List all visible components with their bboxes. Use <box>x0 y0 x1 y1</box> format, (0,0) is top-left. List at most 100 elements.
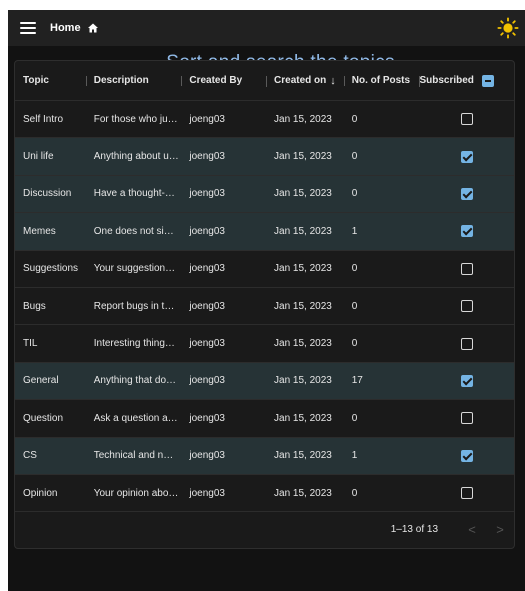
table-row[interactable]: Self Intro For those who ju… joeng03 Jan 15… <box>15 101 514 139</box>
cell-description: Report bugs in t… <box>93 300 175 312</box>
cell-subscribed <box>419 374 514 387</box>
cell-created-by: joeng03 <box>189 225 225 237</box>
column-header-description[interactable]: Description <box>85 75 182 86</box>
subscribe-checkbox[interactable] <box>460 150 473 163</box>
topics-table: Topic Description Created By Created on ↓… <box>14 60 515 549</box>
cell-subscribed <box>419 337 514 350</box>
cell-subscribed <box>419 150 514 163</box>
subscribe-checkbox[interactable] <box>460 113 473 126</box>
cell-posts: 0 <box>351 412 358 424</box>
column-header-topic[interactable]: Topic <box>15 75 86 86</box>
cell-created-on: Jan 15, 2023 <box>274 188 332 200</box>
top-app-bar: Home <box>8 10 525 46</box>
cell-subscribed <box>419 187 514 200</box>
home-icon[interactable] <box>87 22 99 34</box>
cell-topic: Suggestions <box>23 263 79 275</box>
cell-created-on: Jan 15, 2023 <box>274 300 332 312</box>
cell-description: Interesting thing… <box>93 338 175 350</box>
cell-topic: Uni life <box>23 151 54 163</box>
cell-description: Anything about u… <box>93 151 179 163</box>
subscribe-checkbox[interactable] <box>460 262 473 275</box>
cell-subscribed <box>419 487 514 500</box>
subscribe-checkbox[interactable] <box>460 487 473 500</box>
table-pagination: 1–13 of 13 < > <box>15 510 514 548</box>
subscribe-checkbox[interactable] <box>460 187 473 200</box>
cell-subscribed <box>419 300 514 313</box>
column-header-created-by[interactable]: Created By <box>181 75 266 86</box>
cell-subscribed <box>419 225 514 238</box>
cell-description: Your opinion abo… <box>93 487 179 499</box>
subscribe-checkbox[interactable] <box>460 412 473 425</box>
cell-posts: 17 <box>351 375 363 387</box>
chevron-right-icon[interactable]: > <box>486 522 514 537</box>
column-header-posts[interactable]: No. of Posts <box>343 75 420 86</box>
subscribe-checkbox[interactable] <box>460 374 473 387</box>
cell-created-on: Jan 15, 2023 <box>274 225 332 237</box>
cell-description: Anything that do… <box>93 375 177 387</box>
column-header-created-on[interactable]: Created on ↓ <box>266 75 344 87</box>
cell-created-by: joeng03 <box>189 300 225 312</box>
cell-created-by: joeng03 <box>189 113 225 125</box>
cell-topic: Discussion <box>23 188 72 200</box>
cell-created-on: Jan 15, 2023 <box>274 487 332 499</box>
cell-created-by: joeng03 <box>189 263 225 275</box>
cell-posts: 0 <box>351 151 358 163</box>
cell-topic: Memes <box>23 225 56 237</box>
table-row[interactable]: TIL Interesting thing… joeng03 Jan 15, 2023… <box>15 325 514 363</box>
cell-topic: Self Intro <box>23 113 64 125</box>
cell-topic: Bugs <box>23 300 46 312</box>
table-row[interactable]: Uni life Anything about u… joeng03 Jan 15, … <box>15 138 514 176</box>
hamburger-menu-icon[interactable] <box>20 22 36 34</box>
cell-posts: 0 <box>351 263 358 275</box>
cell-description: For those who ju… <box>93 113 178 125</box>
left-edge-strip <box>0 10 8 591</box>
cell-posts: 1 <box>351 225 358 237</box>
cell-created-on: Jan 15, 2023 <box>274 412 332 424</box>
table-row[interactable]: Bugs Report bugs in t… joeng03 Jan 15, 2023… <box>15 288 514 326</box>
column-header-subscribed[interactable]: Subscribed <box>419 74 514 87</box>
cell-posts: 0 <box>351 300 358 312</box>
cell-posts: 0 <box>351 188 358 200</box>
cell-subscribed <box>419 412 514 425</box>
table-row[interactable]: Opinion Your opinion abo… joeng03 Jan 15, 2… <box>15 475 514 513</box>
cell-created-by: joeng03 <box>189 338 225 350</box>
cell-topic: CS <box>23 450 37 462</box>
table-row[interactable]: Memes One does not si… joeng03 Jan 15, 2023… <box>15 213 514 251</box>
cell-created-by: joeng03 <box>189 487 225 499</box>
cell-created-by: joeng03 <box>189 412 225 424</box>
cell-subscribed <box>419 262 514 275</box>
select-all-checkbox[interactable] <box>481 74 494 87</box>
table-row[interactable]: Question Ask a question a… joeng03 Jan 15, … <box>15 400 514 438</box>
home-link[interactable]: Home <box>50 22 81 34</box>
cell-posts: 1 <box>351 450 358 462</box>
sort-arrow-down-icon[interactable]: ↓ <box>330 75 336 87</box>
cell-topic: General <box>23 375 59 387</box>
subscribe-checkbox[interactable] <box>460 337 473 350</box>
cell-posts: 0 <box>351 113 358 125</box>
cell-created-by: joeng03 <box>189 151 225 163</box>
table-row[interactable]: Discussion Have a thought-… joeng03 Jan 15,… <box>15 175 514 214</box>
subscribe-checkbox[interactable] <box>460 449 473 462</box>
table-header-row: Topic Description Created By Created on ↓… <box>15 61 514 101</box>
top-cutoff-strip <box>0 0 525 10</box>
cell-created-on: Jan 15, 2023 <box>274 263 332 275</box>
cell-created-by: joeng03 <box>189 450 225 462</box>
theme-toggle-sun-icon[interactable] <box>497 17 519 39</box>
subscribe-checkbox[interactable] <box>460 300 473 313</box>
cell-topic: TIL <box>23 338 38 350</box>
cell-subscribed <box>419 449 514 462</box>
table-row[interactable]: Suggestions Your suggestion… joeng03 Jan 15… <box>15 251 514 288</box>
cell-posts: 0 <box>351 338 358 350</box>
table-row[interactable]: General Anything that do… joeng03 Jan 15, 2… <box>15 362 514 401</box>
cell-posts: 0 <box>351 487 358 499</box>
table-row[interactable]: CS Technical and n… joeng03 Jan 15, 2023 1 <box>15 437 514 475</box>
cell-created-by: joeng03 <box>189 375 225 387</box>
table-body: Self Intro For those who ju… joeng03 Jan 15… <box>15 101 514 513</box>
cell-description: One does not si… <box>93 225 174 237</box>
cell-description: Have a thought-… <box>93 188 175 200</box>
cell-description: Your suggestion… <box>93 263 176 275</box>
cell-created-on: Jan 15, 2023 <box>274 450 332 462</box>
cell-description: Ask a question a… <box>93 412 178 424</box>
subscribe-checkbox[interactable] <box>460 225 473 238</box>
chevron-left-icon[interactable]: < <box>458 522 486 537</box>
